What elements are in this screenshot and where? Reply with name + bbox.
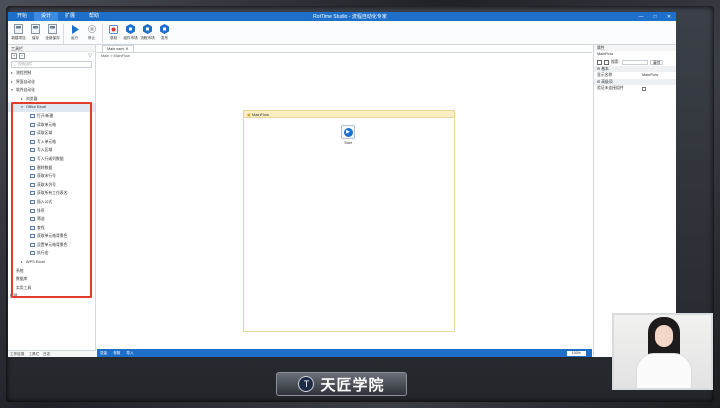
- tab-workdir[interactable]: 工作目录: [8, 351, 26, 357]
- document-tabs: Main.xaml ✕: [97, 45, 592, 53]
- start-node[interactable]: ▶: [341, 125, 355, 139]
- record-icon: [109, 24, 118, 34]
- stop-icon: [87, 24, 96, 34]
- ribbon-button-label: 流程市场: [140, 36, 155, 40]
- validate-row: 验证未连接组件: [594, 85, 676, 92]
- properties-object: MainFlow: [597, 52, 614, 56]
- ribbon-button-label: 运行: [70, 36, 79, 40]
- toolbox-search-input[interactable]: ⌕ 搜索组件: [11, 61, 92, 68]
- toolbox-category[interactable]: ▸ 流程控制: [8, 69, 95, 78]
- studio-window: 开始 设计 扩展 帮助 RotTime Studio - 流程自动化专家 — □…: [8, 12, 676, 357]
- collapse-all-icon[interactable]: −: [19, 53, 25, 59]
- ribbon-button[interactable]: 发布: [156, 24, 173, 41]
- search-icon: ⌕: [14, 62, 17, 67]
- ribbon-button[interactable]: 停止: [83, 24, 100, 41]
- properties-search-input[interactable]: [621, 59, 648, 65]
- properties-panel: 属性 MainFlow 搜索: 清除 ⊟ 基本 显示名称 MainFlow ⊟ …: [593, 45, 676, 357]
- ribbon-button-label: 录制: [109, 36, 118, 40]
- ribbon-separator: [63, 24, 64, 44]
- ribbon-button-label: 组件市场: [123, 36, 138, 40]
- tab-toolbox[interactable]: 工具栏: [26, 351, 42, 357]
- flowchart-container[interactable]: ▣ MainFlow ▶ Start: [243, 110, 455, 332]
- ribbon-separator: [102, 24, 103, 44]
- maximize-button[interactable]: □: [648, 14, 662, 20]
- ribbon-button[interactable]: 保存: [27, 24, 44, 41]
- variables-tab[interactable]: 变量: [100, 351, 107, 356]
- component-market-icon: [126, 24, 135, 34]
- publish-icon: [160, 24, 169, 34]
- tab-design[interactable]: 设计: [34, 12, 59, 21]
- ribbon: 新建项目 保存 全部保存 运行 停止 录制 组件市场 流程市场 发布: [8, 21, 676, 45]
- tree-label: 浏览器: [26, 96, 38, 101]
- save-all-icon: [48, 24, 57, 34]
- minimize-button[interactable]: —: [634, 14, 648, 20]
- expand-all-icon[interactable]: +: [11, 53, 17, 59]
- tree-label: 流程控制: [16, 71, 32, 75]
- validate-checkbox[interactable]: [642, 86, 646, 91]
- imports-tab[interactable]: 导入: [126, 351, 133, 356]
- designer-panel: Main.xaml ✕ Main > MainFlow ▣ MainFlow ▶…: [97, 45, 592, 357]
- doc-tab-main[interactable]: Main.xaml ✕: [102, 45, 134, 52]
- toolbox-category[interactable]: ▸ 界面自动化: [8, 78, 95, 87]
- design-canvas[interactable]: ▣ MainFlow ▶ Start: [97, 60, 592, 349]
- display-name-value[interactable]: MainFlow: [642, 72, 658, 79]
- new-project-icon: [14, 24, 23, 34]
- properties-tools: 搜索: 清除: [594, 58, 676, 66]
- breadcrumb[interactable]: Main > MainFlow: [97, 53, 592, 60]
- save-icon: [31, 24, 40, 34]
- flowchart-title: MainFlow: [251, 112, 270, 117]
- play-icon: ▶: [343, 127, 353, 137]
- toolbox-category[interactable]: ▾ 软件自动化: [8, 86, 95, 95]
- tree-label: 软件自动化: [16, 88, 35, 93]
- sort-icon[interactable]: [604, 59, 609, 65]
- toolbox-tools: + − ▽: [8, 52, 95, 60]
- ribbon-button-label: 停止: [87, 36, 96, 40]
- arguments-tab[interactable]: 参数: [113, 351, 120, 356]
- highlight-box: [11, 102, 92, 298]
- presenter-webcam: [612, 313, 713, 390]
- ribbon-button-label: 保存: [31, 36, 40, 40]
- ribbon-button-label: 新建项目: [11, 36, 26, 40]
- ribbon-button[interactable]: 组件市场: [122, 24, 139, 41]
- ribbon-button-label: 全部保存: [45, 36, 60, 40]
- category-view-icon[interactable]: [597, 59, 602, 65]
- run-icon: [70, 24, 79, 34]
- toolbox-title: 工具栏: [8, 45, 95, 52]
- brand-logo: T 天匠学院: [276, 372, 407, 396]
- flowchart-header: ▣ MainFlow: [244, 111, 454, 118]
- ribbon-button[interactable]: 新建项目: [10, 24, 27, 41]
- tab-log[interactable]: 日志: [41, 351, 52, 357]
- designer-statusbar: 变量 参数 导入 100%: [97, 349, 592, 357]
- display-name-key: 显示名称: [597, 73, 613, 77]
- ribbon-button-label: 发布: [160, 36, 169, 40]
- display-name-row: 显示名称 MainFlow: [594, 72, 676, 79]
- tab-start[interactable]: 开始: [10, 12, 34, 21]
- flow-market-icon: [143, 24, 152, 34]
- filter-icon[interactable]: ▽: [88, 53, 92, 59]
- search-placeholder: 搜索组件: [18, 62, 33, 66]
- brand-emblem-icon: T: [298, 376, 315, 392]
- title-bar: 开始 设计 扩展 帮助 RotTime Studio - 流程自动化专家 — □…: [8, 12, 676, 21]
- ribbon-button[interactable]: 录制: [105, 24, 122, 41]
- presenter-body: [636, 353, 692, 388]
- window-title: RotTime Studio - 流程自动化专家: [313, 14, 387, 20]
- zoom-select[interactable]: 100%: [566, 350, 586, 356]
- start-label: Start: [344, 141, 352, 145]
- ribbon-button[interactable]: 运行: [66, 24, 83, 41]
- tree-label: 界面自动化: [16, 79, 35, 84]
- close-button[interactable]: ✕: [662, 14, 676, 20]
- left-bottom-tabs: 工作目录 工具栏 日志: [8, 350, 96, 357]
- ribbon-button[interactable]: 流程市场: [139, 24, 156, 41]
- properties-search-label: 搜索:: [611, 59, 620, 64]
- presenter-face: [655, 325, 673, 347]
- clear-button[interactable]: 清除: [649, 59, 664, 65]
- ribbon-button[interactable]: 全部保存: [44, 24, 61, 41]
- validate-key: 验证未连接组件: [597, 86, 624, 90]
- brand-logo-text: 天匠学院: [320, 376, 385, 394]
